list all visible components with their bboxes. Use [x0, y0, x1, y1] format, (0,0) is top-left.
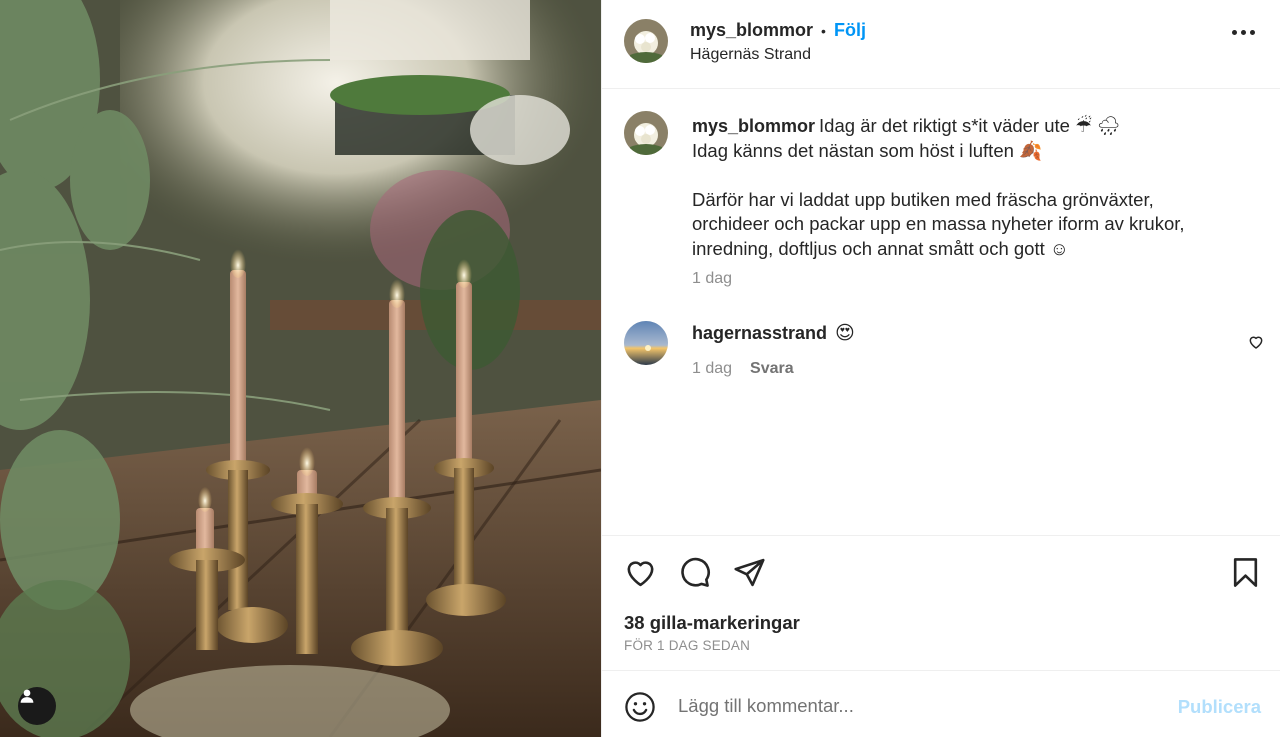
heart-icon [627, 561, 654, 587]
caption-text-line5: inredning, doftljus och annat smått och … [692, 237, 1069, 259]
comment-input[interactable] [678, 691, 1158, 721]
sunset-avatar-image [624, 321, 668, 365]
post-header: mys_blommor • Följ Hägernäs Strand [602, 0, 1280, 89]
post-image[interactable] [0, 0, 601, 737]
post-date[interactable]: FÖR 1 DAG SEDAN [624, 638, 750, 653]
comment-meta: 1 dag Svara [692, 360, 794, 378]
comment-text: 😍 [835, 323, 855, 344]
caption-username[interactable]: mys_blommor [692, 116, 815, 136]
paper-plane-icon [734, 558, 765, 587]
commenter-username[interactable]: hagernasstrand [692, 323, 827, 344]
caption-line: mys_blommor Idag är det riktigt s*it väde… [692, 114, 1252, 139]
location-link[interactable]: Hägernäs Strand [690, 46, 811, 64]
more-options-icon[interactable] [1232, 30, 1255, 35]
share-button[interactable] [733, 556, 766, 594]
likes-count[interactable]: 38 gilla-markeringar [624, 612, 800, 634]
smiley-icon [625, 692, 655, 722]
bookmark-icon [1233, 558, 1258, 587]
caption-avatar[interactable] [624, 111, 668, 155]
post-username[interactable]: mys_blommor [690, 20, 813, 41]
caption-text-line1: Idag är det riktigt s*it väder ute ☔ 🌧 [819, 115, 1121, 136]
like-button[interactable] [624, 556, 657, 594]
post-details-pane: mys_blommor • Följ Hägernäs Strand mys_b… [601, 0, 1280, 737]
emoji-button[interactable] [624, 691, 656, 728]
save-button[interactable] [1229, 556, 1262, 594]
candles-photo [0, 0, 601, 737]
caption-text-line3: Därför har vi laddat upp butiken med frä… [692, 188, 1154, 210]
header-user-line: mys_blommor • Följ [690, 20, 866, 41]
reply-button[interactable]: Svara [750, 360, 794, 378]
heart-icon [1249, 336, 1263, 349]
publish-button[interactable]: Publicera [1178, 696, 1261, 718]
avatar[interactable] [624, 19, 668, 63]
caption-text-line2: Idag känns det nästan som höst i luften … [692, 139, 1043, 161]
caption-timestamp[interactable]: 1 dag [692, 270, 732, 288]
post-actions: 38 gilla-markeringar FÖR 1 DAG SEDAN [602, 535, 1280, 670]
comment-button[interactable] [678, 556, 711, 594]
add-comment-box: Publicera [602, 670, 1280, 737]
user-tag-icon [20, 689, 34, 703]
separator-dot: • [821, 22, 826, 39]
flower-avatar-image [624, 111, 668, 155]
commenter-avatar[interactable] [624, 321, 668, 365]
comment-line: hagernasstrand 😍 [692, 322, 855, 345]
comment-bubble-icon [681, 557, 710, 587]
follow-button[interactable]: Följ [834, 20, 866, 41]
user-tag-button[interactable] [18, 687, 56, 725]
post-caption: mys_blommor Idag är det riktigt s*it väde… [692, 114, 1252, 261]
caption-text-line4: orchideer och packar upp en massa nyhete… [692, 213, 1185, 234]
flower-avatar-image [624, 19, 668, 63]
comment-like-button[interactable] [1248, 334, 1264, 355]
comment-timestamp[interactable]: 1 dag [692, 360, 732, 378]
